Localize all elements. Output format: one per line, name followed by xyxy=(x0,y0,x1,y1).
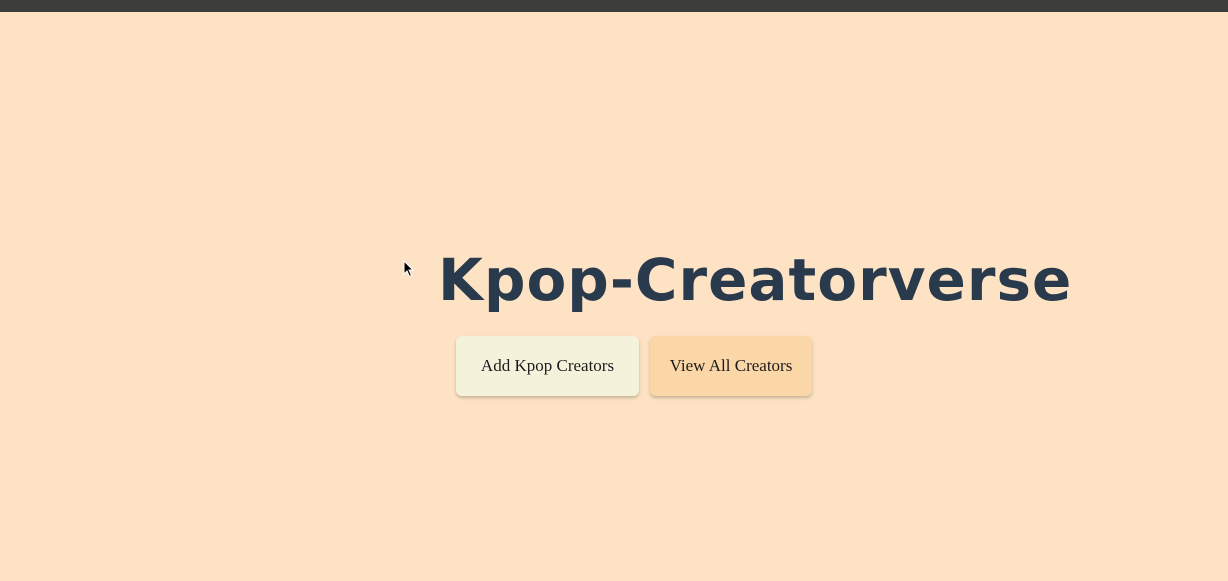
add-creators-button[interactable]: Add Kpop Creators xyxy=(456,336,639,396)
view-creators-button[interactable]: View All Creators xyxy=(650,336,812,396)
page-title: Kpop-Creatorverse xyxy=(438,246,1073,314)
browser-top-bar xyxy=(0,0,1228,12)
mouse-pointer-icon xyxy=(403,260,415,278)
